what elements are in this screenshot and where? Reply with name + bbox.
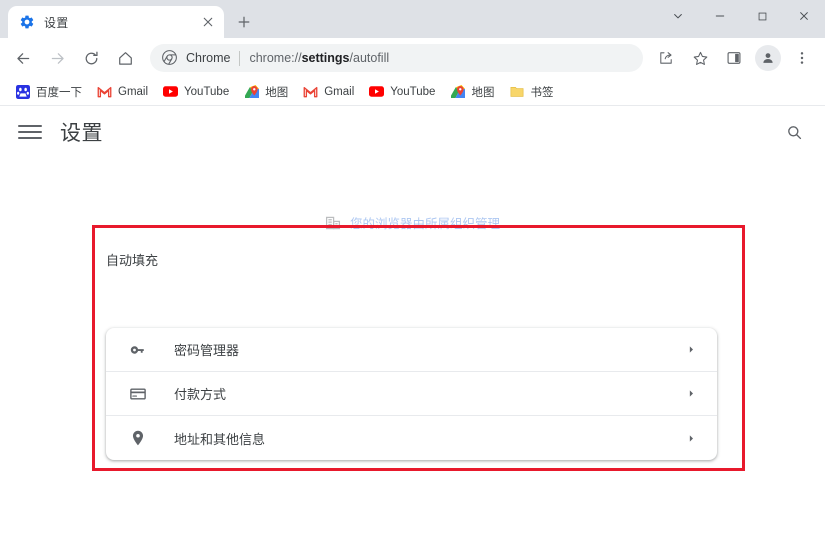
youtube-icon: [163, 84, 179, 99]
tab-search-chevron-down-icon[interactable]: [657, 0, 699, 32]
bookmark-item-youtube-1[interactable]: YouTube: [156, 81, 236, 103]
home-icon[interactable]: [111, 44, 139, 72]
bookmark-item-baidu[interactable]: 百度一下: [8, 81, 89, 103]
bookmark-star-icon[interactable]: [686, 44, 714, 72]
bookmark-item-gmail-2[interactable]: Gmail: [296, 81, 361, 103]
tab-title: 设置: [44, 15, 69, 30]
maps-icon: [244, 84, 259, 99]
chevron-right-icon[interactable]: [683, 430, 699, 446]
bookmark-folder-shuqian[interactable]: 书签: [502, 81, 560, 103]
bookmark-label: Gmail: [118, 85, 149, 98]
side-panel-icon[interactable]: [720, 44, 748, 72]
settings-content: 自动填充 密码管理器 付款方式 地址和其他信息: [0, 158, 825, 555]
key-icon: [128, 340, 148, 360]
baidu-icon: [15, 84, 30, 99]
close-icon[interactable]: [200, 14, 216, 30]
omnibox-site-label: Chrome: [186, 51, 231, 65]
share-icon[interactable]: [652, 44, 680, 72]
forward-arrow-icon[interactable]: [43, 44, 71, 72]
search-icon[interactable]: [779, 117, 809, 147]
youtube-icon: [369, 84, 385, 99]
back-arrow-icon[interactable]: [9, 44, 37, 72]
row-label: 密码管理器: [174, 343, 240, 358]
settings-page: 设置 您的浏览器由所属组织管理 自动填充 密码管理器 付款方式 地址和其他信息: [0, 106, 825, 555]
bookmark-label: Gmail: [324, 85, 355, 98]
settings-row-addresses[interactable]: 地址和其他信息: [106, 416, 717, 460]
window-controls: [657, 0, 825, 32]
bookmark-label: 百度一下: [36, 86, 82, 99]
three-dot-menu-icon[interactable]: [788, 44, 816, 72]
row-label: 付款方式: [174, 387, 227, 402]
row-label: 地址和其他信息: [174, 431, 266, 447]
bookmark-label: YouTube: [184, 85, 230, 98]
reload-icon[interactable]: [77, 44, 105, 72]
browser-tab-settings[interactable]: 设置: [8, 6, 224, 38]
folder-icon: [509, 84, 524, 99]
autofill-section-title: 自动填充: [106, 253, 159, 268]
address-bar[interactable]: Chrome chrome://settings/autofill: [150, 44, 643, 72]
tab-strip: 设置: [0, 0, 825, 38]
new-tab-button[interactable]: [230, 8, 258, 36]
maps-icon: [450, 84, 465, 99]
maximize-icon[interactable]: [741, 0, 783, 32]
close-window-icon[interactable]: [783, 0, 825, 32]
settings-row-password-manager[interactable]: 密码管理器: [106, 328, 717, 372]
bookmark-item-youtube-2[interactable]: YouTube: [362, 81, 442, 103]
chevron-right-icon[interactable]: [683, 386, 699, 402]
browser-window: 设置 Chrome chrome://settings/autofill 百度一…: [0, 0, 825, 556]
chevron-right-icon[interactable]: [683, 342, 699, 358]
url-bold-segment: settings: [301, 51, 350, 65]
omnibox-separator: [239, 50, 241, 66]
url-prefix: chrome://: [249, 51, 302, 65]
page-title: 设置: [60, 122, 103, 145]
url-suffix: /autofill: [349, 51, 390, 65]
settings-row-payment-methods[interactable]: 付款方式: [106, 372, 717, 416]
bookmark-item-maps-1[interactable]: 地图: [237, 81, 295, 103]
gmail-icon: [303, 84, 318, 99]
bookmarks-bar: 百度一下 Gmail YouTube 地图 Gmail YouTube 地图 书…: [0, 78, 825, 106]
bookmark-item-gmail-1[interactable]: Gmail: [90, 81, 155, 103]
autofill-card: 密码管理器 付款方式 地址和其他信息: [106, 328, 717, 460]
bookmark-label: 地图: [265, 86, 289, 99]
settings-header: 设置: [0, 106, 825, 158]
bookmark-label: YouTube: [390, 85, 436, 98]
omnibox-url: chrome://settings/autofill: [249, 51, 389, 65]
gmail-icon: [97, 84, 112, 99]
minimize-icon[interactable]: [699, 0, 741, 32]
browser-toolbar: Chrome chrome://settings/autofill: [0, 38, 825, 78]
bookmark-label: 书签: [530, 86, 554, 99]
profile-avatar-icon[interactable]: [755, 45, 781, 71]
bookmark-item-maps-2[interactable]: 地图: [443, 81, 501, 103]
chrome-logo-icon: [162, 50, 178, 66]
gear-icon: [19, 14, 35, 30]
location-pin-icon: [128, 428, 148, 448]
hamburger-menu-icon[interactable]: [18, 120, 42, 144]
credit-card-icon: [128, 384, 148, 404]
bookmark-label: 地图: [471, 86, 495, 99]
